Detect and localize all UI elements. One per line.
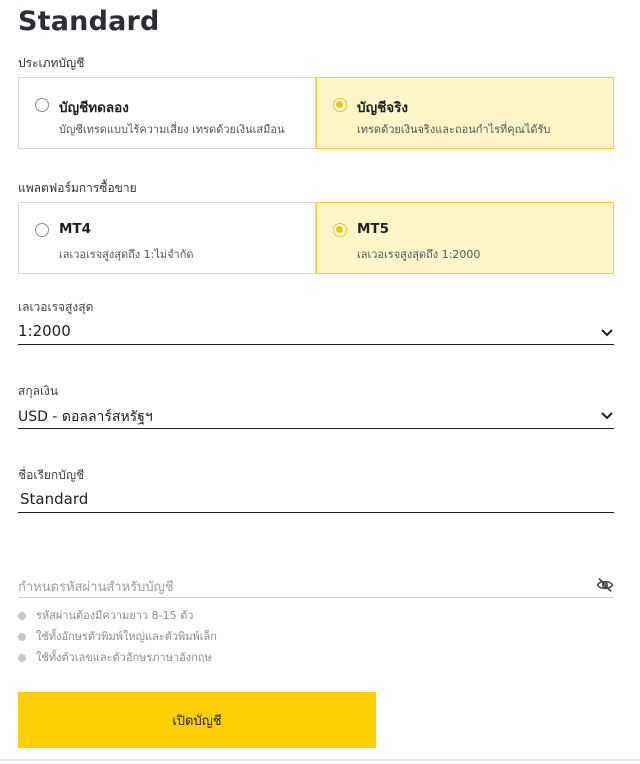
password-rule: รหัสผ่านต้องมีความยาว 8-15 ตัว <box>18 608 217 629</box>
account-name-value[interactable]: Standard <box>20 490 88 508</box>
password-rule: ใช้ทั้งตัวเลขและตัวอักษรภาษาอังกฤษ <box>18 650 217 671</box>
option-title: บัญชีทดลอง <box>59 100 129 116</box>
account-type-real-option[interactable]: บัญชีจริง เทรดด้วยเงินจริงและถอนกำไรที่ค… <box>316 77 614 149</box>
option-title: บัญชีจริง <box>357 100 408 116</box>
bullet-icon <box>18 633 26 641</box>
leverage-value: 1:2000 <box>18 322 71 340</box>
option-subtitle: เลเวอเรจสูงสุดถึง 1:2000 <box>357 248 481 261</box>
option-subtitle: เลเวอเรจสูงสุดถึง 1:ไม่จำกัด <box>59 248 194 261</box>
platform-group: MT4 เลเวอเรจสูงสุดถึง 1:ไม่จำกัด MT5 เลเ… <box>18 202 614 274</box>
account-type-group: บัญชีทดลอง บัญชีเทรดแบบไร้ความเสี่ยง เทร… <box>18 77 614 149</box>
password-rule: ใช้ทั้งอักษรตัวพิมพ์ใหญ่และตัวพิมพ์เล็ก <box>18 629 217 650</box>
bullet-icon <box>18 612 26 620</box>
bullet-icon <box>18 654 26 662</box>
option-subtitle: บัญชีเทรดแบบไร้ความเสี่ยง เทรดด้วยเงินเส… <box>59 123 285 136</box>
password-input[interactable]: กำหนดรหัสผ่านสำหรับบัญชี <box>18 576 174 597</box>
password-underline <box>18 597 614 598</box>
password-rules: รหัสผ่านต้องมีความยาว 8-15 ตัว ใช้ทั้งอั… <box>18 608 217 671</box>
leverage-select[interactable]: เลเวอเรจสูงสุด 1:2000 <box>18 298 614 348</box>
radio-selected-icon[interactable] <box>333 223 347 237</box>
account-name-field[interactable]: ชื่อเรียกบัญชี Standard <box>18 466 614 516</box>
page-title: Standard <box>18 6 160 37</box>
account-name-underline <box>18 512 614 513</box>
platform-mt5-option[interactable]: MT5 เลเวอเรจสูงสุดถึง 1:2000 <box>316 202 614 274</box>
chevron-down-icon[interactable] <box>600 411 614 421</box>
account-type-demo-option[interactable]: บัญชีทดลอง บัญชีเทรดแบบไร้ความเสี่ยง เทร… <box>18 77 316 149</box>
leverage-underline <box>18 344 614 345</box>
open-account-button[interactable]: เปิดบัญชี <box>18 692 376 748</box>
account-name-label: ชื่อเรียกบัญชี <box>18 468 85 482</box>
option-subtitle: เทรดด้วยเงินจริงและถอนกำไรที่คุณได้รับ <box>357 123 551 136</box>
radio-unselected-icon[interactable] <box>35 98 49 112</box>
currency-select[interactable]: สกุลเงิน USD - ดอลลาร์สหรัฐฯ <box>18 382 614 432</box>
currency-value: USD - ดอลลาร์สหรัฐฯ <box>18 409 153 425</box>
option-title: MT4 <box>59 221 92 237</box>
currency-label: สกุลเงิน <box>18 384 59 398</box>
platform-mt4-option[interactable]: MT4 เลเวอเรจสูงสุดถึง 1:ไม่จำกัด <box>18 202 316 274</box>
account-type-label: ประเภทบัญชี <box>18 56 85 70</box>
currency-underline <box>18 428 614 429</box>
radio-unselected-icon[interactable] <box>35 223 49 237</box>
option-title: MT5 <box>357 221 390 237</box>
leverage-label: เลเวอเรจสูงสุด <box>18 300 94 314</box>
platform-label: แพลตฟอร์มการซื้อขาย <box>18 181 137 195</box>
chevron-down-icon[interactable] <box>600 328 614 338</box>
bottom-divider <box>0 759 640 761</box>
password-field[interactable]: กำหนดรหัสผ่านสำหรับบัญชี <box>18 574 614 600</box>
eye-slash-icon[interactable] <box>596 577 614 593</box>
radio-selected-icon[interactable] <box>333 98 347 112</box>
